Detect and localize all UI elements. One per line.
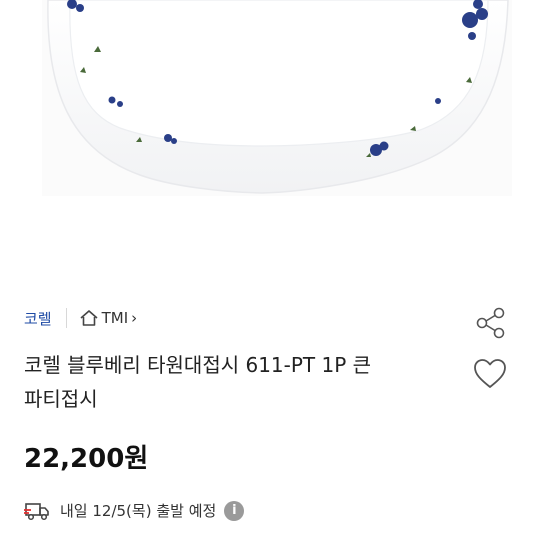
product-price: 22,200원 bbox=[24, 444, 149, 474]
truck-icon bbox=[24, 502, 49, 520]
brand-link[interactable]: 코렐 bbox=[24, 308, 52, 329]
product-title-line2: 파티접시 bbox=[24, 387, 98, 411]
divider bbox=[65, 308, 67, 328]
tmi-link[interactable]: TMI › bbox=[79, 309, 138, 327]
shipping-info: 내일 12/5(목) 출발 예정 i bbox=[24, 500, 245, 521]
plate-well bbox=[69, 0, 489, 147]
like-button[interactable] bbox=[472, 356, 508, 392]
tmi-label: TMI bbox=[101, 309, 129, 327]
product-image[interactable] bbox=[0, 0, 540, 200]
brand-row: 코렐 TMI › bbox=[24, 304, 137, 332]
share-icon bbox=[476, 307, 505, 339]
info-icon[interactable]: i bbox=[224, 500, 245, 521]
share-button[interactable] bbox=[474, 306, 508, 340]
product-title: 코렐 블루베리 타원대접시 611-PT 1P 큰 파티접시 bbox=[24, 348, 444, 416]
oval-plate-illustration bbox=[42, 0, 512, 196]
product-title-line1: 코렐 블루베리 타원대접시 611-PT 1P 큰 bbox=[24, 353, 372, 377]
chevron-right-icon: › bbox=[131, 309, 138, 327]
shipping-date-text: 내일 12/5(목) 출발 예정 bbox=[60, 502, 217, 520]
heart-icon bbox=[474, 359, 506, 388]
home-icon bbox=[80, 310, 98, 326]
